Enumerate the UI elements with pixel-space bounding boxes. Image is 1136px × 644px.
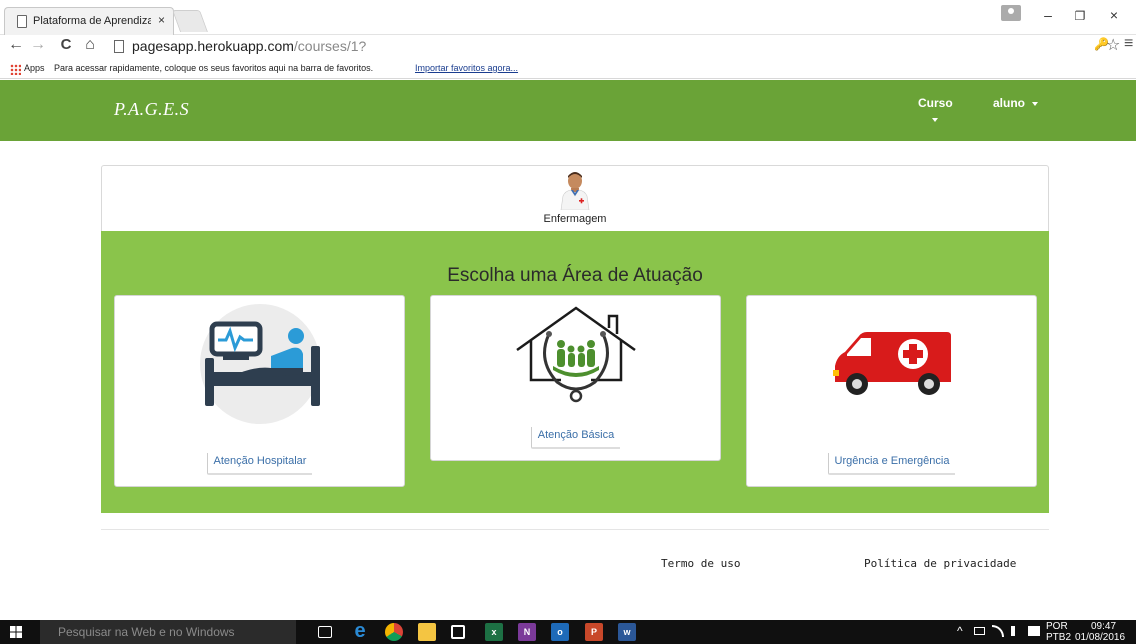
back-button[interactable]: ← [6, 36, 26, 54]
footer-divider [101, 529, 1049, 530]
notifications-icon[interactable] [1028, 626, 1040, 636]
window-close-button[interactable]: × [1102, 7, 1126, 23]
word-icon[interactable]: w [618, 623, 636, 641]
url-host: pagesapp.herokuapp.com [132, 38, 294, 54]
terms-link[interactable]: Termo de uso [661, 557, 740, 570]
ambulance-icon [833, 332, 951, 395]
nav-curso-dropdown[interactable]: Curso [918, 96, 953, 122]
areas-panel: Escolha uma Área de Atuação Atenção Hosp… [101, 231, 1049, 513]
chevron-down-icon [932, 118, 938, 122]
bookmark-star-icon[interactable]: ☆ [1106, 35, 1120, 55]
apps-shortcut[interactable]: Apps [24, 63, 45, 73]
windows-taskbar: Pesquisar na Web e no Windows e x N o P … [0, 620, 1136, 644]
bookmarks-hint: Para acessar rapidamente, coloque os seu… [54, 63, 374, 73]
powerpoint-icon[interactable]: P [585, 623, 603, 641]
area-label-urgencia[interactable]: Urgência e Emergência [747, 453, 1036, 475]
file-explorer-icon[interactable] [418, 623, 436, 641]
window-restore-button[interactable]: ❐ [1068, 9, 1092, 23]
page-favicon-icon [17, 15, 27, 28]
home-button[interactable]: ⌂ [80, 36, 100, 54]
taskbar-search-placeholder: Pesquisar na Web e no Windows [58, 625, 235, 639]
edge-icon[interactable]: e [351, 621, 369, 641]
import-bookmarks-link[interactable]: Importar favoritos agora... [415, 63, 518, 73]
bookmarks-bar: Apps Para acessar rapidamente, coloque o… [0, 59, 1136, 79]
tab-title: Plataforma de Aprendizag [33, 15, 151, 27]
family-house-icon [516, 306, 636, 403]
chrome-icon[interactable] [385, 623, 403, 641]
input-language[interactable]: POR [1046, 621, 1068, 632]
browser-toolbar: ← → C ⌂ pagesapp.herokuapp.com/courses/1… [0, 35, 1136, 59]
chrome-menu-icon[interactable]: ≡ [1124, 35, 1133, 53]
nav-user-label: aluno [993, 96, 1025, 110]
clock-date[interactable]: 01/08/2016 [1075, 632, 1125, 643]
window-minimize-button[interactable]: – [1036, 7, 1060, 23]
course-card: Enfermagem [101, 165, 1049, 232]
screen: Plataforma de Aprendizag × – ❐ × ← → C ⌂… [0, 0, 1136, 644]
site-header: P.A.G.E.S Curso aluno [0, 80, 1136, 141]
url-path: /courses/1? [293, 38, 367, 54]
wifi-icon[interactable] [992, 625, 1004, 637]
store-icon[interactable] [451, 625, 465, 639]
windows-start-icon[interactable] [10, 626, 22, 638]
battery-icon[interactable] [974, 627, 985, 635]
hospital-bed-icon [200, 304, 320, 424]
address-bar[interactable]: pagesapp.herokuapp.com/courses/1? [108, 36, 508, 58]
site-brand[interactable]: P.A.G.E.S [114, 99, 189, 120]
area-card-urgencia[interactable]: Urgência e Emergência [746, 295, 1037, 487]
page-info-icon[interactable] [114, 40, 124, 53]
area-label-basica[interactable]: Atenção Básica [431, 427, 720, 449]
privacy-link[interactable]: Política de privacidade [864, 557, 1016, 570]
areas-title: Escolha uma Área de Atuação [447, 265, 703, 286]
area-card-basica[interactable]: Atenção Básica [430, 295, 721, 461]
nav-user-dropdown[interactable]: aluno [993, 96, 1039, 110]
taskbar-search-input[interactable]: Pesquisar na Web e no Windows [40, 620, 296, 644]
onenote-icon[interactable]: N [518, 623, 536, 641]
reload-button[interactable]: C [56, 36, 76, 53]
course-name: Enfermagem [543, 213, 607, 225]
volume-icon[interactable] [1011, 626, 1020, 636]
browser-tab-active[interactable]: Plataforma de Aprendizag × [4, 7, 174, 35]
new-tab-button[interactable] [171, 10, 209, 32]
clock-time[interactable]: 09:47 [1091, 621, 1116, 632]
chevron-down-icon [1032, 101, 1039, 106]
user-profile-icon[interactable] [1001, 5, 1021, 21]
area-label-hospitalar[interactable]: Atenção Hospitalar [115, 453, 404, 475]
tray-overflow-icon[interactable]: ^ [957, 624, 963, 638]
browser-tabstrip: Plataforma de Aprendizag × – ❐ × [0, 0, 1136, 35]
keyboard-layout[interactable]: PTB2 [1046, 632, 1071, 643]
outlook-icon[interactable]: o [551, 623, 569, 641]
apps-grid-icon[interactable] [10, 64, 21, 75]
forward-button[interactable]: → [28, 36, 48, 54]
address-url: pagesapp.herokuapp.com/courses/1? [132, 38, 366, 54]
excel-icon[interactable]: x [485, 623, 503, 641]
nurse-avatar-icon [560, 172, 590, 210]
area-card-hospitalar[interactable]: Atenção Hospitalar [114, 295, 405, 487]
nav-curso-label: Curso [918, 96, 953, 110]
task-view-icon[interactable] [318, 626, 332, 638]
tab-close-icon[interactable]: × [158, 13, 165, 27]
